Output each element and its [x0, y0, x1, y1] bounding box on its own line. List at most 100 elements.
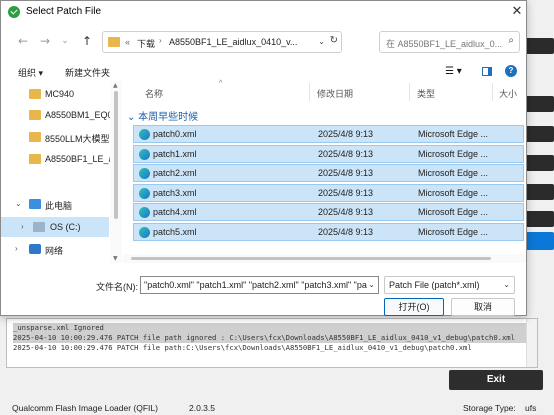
- scrollbar-thumb[interactable]: [131, 257, 491, 260]
- qfil-button[interactable]: [525, 184, 554, 200]
- edge-file-icon: [139, 227, 150, 238]
- scroll-up-icon[interactable]: ▲: [113, 82, 118, 89]
- preview-pane-icon[interactable]: [482, 67, 492, 76]
- chevron-right-icon[interactable]: ›: [15, 244, 18, 253]
- chevron-right-icon[interactable]: ›: [21, 222, 24, 231]
- file-name: patch2.xml: [153, 168, 197, 178]
- column-divider[interactable]: [492, 83, 493, 101]
- file-row[interactable]: patch0.xml 2025/4/8 9:13 Microsoft Edge …: [133, 125, 524, 143]
- qfil-button[interactable]: [525, 211, 554, 227]
- nav-item-label: MC940: [45, 89, 75, 99]
- edge-file-icon: [139, 129, 150, 140]
- help-icon[interactable]: ?: [505, 65, 517, 77]
- file-row[interactable]: patch2.xml 2025/4/8 9:13 Microsoft Edge …: [133, 164, 524, 182]
- edge-file-icon: [139, 168, 150, 179]
- qfil-button[interactable]: [525, 155, 554, 171]
- status-version: 2.0.3.5: [189, 403, 215, 413]
- new-folder-button[interactable]: 新建文件夹: [65, 66, 110, 79]
- file-name: patch1.xml: [153, 149, 197, 159]
- breadcrumb-downloads[interactable]: 下载: [137, 37, 155, 50]
- recent-locations-icon[interactable]: ⌄: [57, 33, 73, 49]
- column-header-type[interactable]: 类型: [417, 87, 435, 100]
- pc-icon: [29, 199, 41, 209]
- up-arrow-icon[interactable]: ↑: [79, 33, 95, 49]
- back-arrow-icon[interactable]: ←: [15, 33, 31, 49]
- status-app-name: Qualcomm Flash Image Loader (QFIL): [12, 403, 158, 413]
- nav-item-label: A8550BM1_EQ0(: [45, 110, 113, 120]
- file-type: Microsoft Edge ...: [418, 149, 489, 159]
- chevron-down-icon[interactable]: ⌄: [368, 280, 375, 289]
- chevron-down-icon[interactable]: ⌄: [127, 112, 135, 123]
- filename-input[interactable]: "patch0.xml" "patch1.xml" "patch2.xml" "…: [140, 276, 379, 294]
- file-type: Microsoft Edge ...: [418, 188, 489, 198]
- file-name: patch5.xml: [153, 227, 197, 237]
- close-icon[interactable]: ✕: [509, 4, 525, 20]
- column-header-date[interactable]: 修改日期: [317, 87, 353, 100]
- file-type-filter-select[interactable]: Patch File (patch*.xml) ⌄: [384, 276, 515, 294]
- nav-item-folder[interactable]: MC940: [1, 84, 109, 104]
- folder-icon: [29, 154, 41, 164]
- organize-button[interactable]: 组织 ▾: [18, 66, 43, 79]
- nav-item-this-pc[interactable]: ⌄ 此电脑: [1, 194, 109, 214]
- qfil-button[interactable]: [525, 38, 554, 54]
- column-divider[interactable]: [409, 83, 410, 101]
- qfil-button[interactable]: [525, 96, 554, 112]
- nav-item-label: 此电脑: [45, 201, 73, 211]
- file-date: 2025/4/8 9:13: [318, 129, 374, 139]
- navigation-bar: ← → ⌄ ↑ « 下载 › A8550BF1_LE_aidlux_0410_v…: [1, 29, 526, 55]
- breadcrumb-overflow[interactable]: «: [125, 37, 130, 47]
- filename-label: 文件名(N):: [96, 282, 138, 292]
- exit-button[interactable]: Exit: [449, 370, 543, 390]
- file-list: ^ 名称 修改日期 类型 大小 ⌄ 本周早些时候 patch0.xml 2025…: [123, 80, 526, 263]
- refresh-icon[interactable]: ↻: [330, 35, 338, 46]
- file-date: 2025/4/8 9:13: [318, 207, 374, 217]
- file-row[interactable]: patch4.xml 2025/4/8 9:13 Microsoft Edge …: [133, 203, 524, 221]
- search-icon[interactable]: ⌕: [508, 35, 514, 46]
- nav-item-os-drive[interactable]: › OS (C:): [1, 217, 109, 237]
- view-options-icon[interactable]: ☰ ▾: [445, 66, 462, 77]
- forward-arrow-icon[interactable]: →: [37, 33, 53, 49]
- horizontal-scrollbar[interactable]: [123, 254, 526, 263]
- scrollbar-thumb[interactable]: [114, 91, 118, 219]
- file-name: patch0.xml: [153, 129, 197, 139]
- qfil-button-active[interactable]: [525, 232, 554, 250]
- nav-item-folder[interactable]: A8550BF1_LE_aid: [1, 149, 113, 169]
- navigation-pane-scrollbar[interactable]: ▲ ▼: [110, 81, 122, 263]
- address-bar[interactable]: « 下载 › A8550BF1_LE_aidlux_0410_v... ⌄ ↻: [102, 31, 342, 53]
- scroll-down-icon[interactable]: ▼: [113, 255, 118, 262]
- log-scrollbar[interactable]: [526, 319, 537, 367]
- status-storage-label: Storage Type:: [463, 403, 516, 413]
- search-input[interactable]: 在 A8550BF1_LE_aidlux_0... ⌕: [379, 31, 520, 53]
- nav-item-network[interactable]: › 网络: [1, 239, 109, 259]
- folder-icon: [29, 110, 41, 120]
- breadcrumb-separator-icon: ›: [159, 36, 162, 45]
- log-panel: _unsparse.xml Ignored 2025-04-10 10:00:2…: [6, 318, 538, 368]
- column-header-size[interactable]: 大小: [499, 87, 517, 100]
- sort-ascending-icon: ^: [219, 80, 223, 87]
- network-icon: [29, 244, 41, 254]
- nav-item-folder[interactable]: 8550LLM大模型工: [1, 127, 113, 147]
- edge-file-icon: [139, 149, 150, 160]
- chevron-down-icon[interactable]: ⌄: [503, 280, 510, 289]
- address-dropdown-icon[interactable]: ⌄: [318, 37, 325, 46]
- file-row[interactable]: patch3.xml 2025/4/8 9:13 Microsoft Edge …: [133, 184, 524, 202]
- file-date: 2025/4/8 9:13: [318, 149, 374, 159]
- log-line: 2025-04-10 10:00:29.476 PATCH file path …: [13, 333, 537, 343]
- file-date: 2025/4/8 9:13: [318, 188, 374, 198]
- open-button[interactable]: 打开(O): [384, 298, 444, 316]
- drive-icon: [33, 222, 45, 232]
- nav-item-folder[interactable]: A8550BM1_EQ0(: [1, 105, 113, 125]
- file-date: 2025/4/8 9:13: [318, 227, 374, 237]
- column-divider[interactable]: [309, 83, 310, 101]
- folder-icon: [29, 132, 41, 142]
- file-row[interactable]: patch5.xml 2025/4/8 9:13 Microsoft Edge …: [133, 223, 524, 241]
- folder-icon: [29, 89, 41, 99]
- nav-item-label: 8550LLM大模型工: [45, 134, 113, 144]
- chevron-down-icon[interactable]: ⌄: [15, 199, 22, 208]
- column-header-name[interactable]: 名称: [145, 87, 163, 100]
- qfil-button[interactable]: [525, 126, 554, 142]
- breadcrumb-current-folder[interactable]: A8550BF1_LE_aidlux_0410_v...: [169, 37, 297, 47]
- cancel-button[interactable]: 取消: [451, 298, 515, 316]
- group-header[interactable]: ⌄ 本周早些时候: [127, 108, 198, 123]
- file-row[interactable]: patch1.xml 2025/4/8 9:13 Microsoft Edge …: [133, 145, 524, 163]
